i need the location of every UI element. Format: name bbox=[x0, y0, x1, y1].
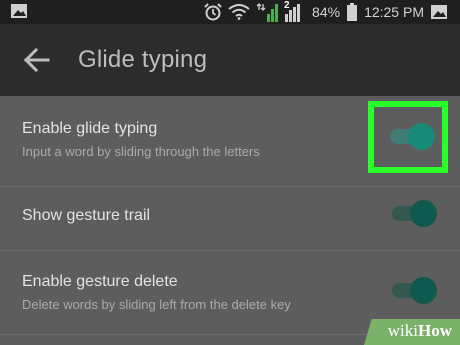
gesture-delete-toggle[interactable] bbox=[392, 275, 437, 305]
setting-row-enable-glide-typing[interactable]: Enable glide typing Input a word by slid… bbox=[0, 96, 460, 186]
signal-2-icon: 2 bbox=[284, 0, 306, 22]
setting-summary: Input a word by sliding through the lett… bbox=[22, 144, 260, 159]
app-toolbar: Glide typing bbox=[0, 24, 460, 96]
page-title: Glide typing bbox=[78, 46, 208, 73]
screen: 2 84% 12:25 PM Glide typing Enable glide… bbox=[0, 0, 460, 345]
image-icon bbox=[10, 3, 28, 22]
gesture-trail-toggle[interactable] bbox=[392, 198, 437, 228]
glide-typing-toggle[interactable] bbox=[390, 121, 435, 151]
setting-title: Show gesture trail bbox=[22, 207, 151, 224]
battery-icon bbox=[346, 3, 358, 21]
toggle-thumb bbox=[408, 123, 435, 150]
setting-row-show-gesture-trail[interactable]: Show gesture trail bbox=[0, 187, 460, 251]
setting-summary: Delete words by sliding left from the de… bbox=[22, 297, 291, 312]
status-bar: 2 84% 12:25 PM bbox=[0, 0, 460, 24]
wifi-icon bbox=[228, 4, 250, 20]
watermark-text: wikiHow bbox=[387, 321, 452, 340]
sim-badge: 2 bbox=[284, 0, 290, 11]
toggle-thumb bbox=[410, 200, 437, 227]
signal-icon bbox=[256, 2, 279, 22]
toggle-thumb bbox=[410, 277, 437, 304]
alarm-icon bbox=[204, 3, 222, 21]
setting-title: Enable gesture delete bbox=[22, 273, 178, 290]
image-icon bbox=[430, 4, 448, 20]
clock: 12:25 PM bbox=[364, 4, 424, 20]
setting-title: Enable glide typing bbox=[22, 120, 158, 137]
battery-percent: 84% bbox=[312, 4, 341, 20]
arrow-left-icon[interactable] bbox=[22, 46, 52, 74]
